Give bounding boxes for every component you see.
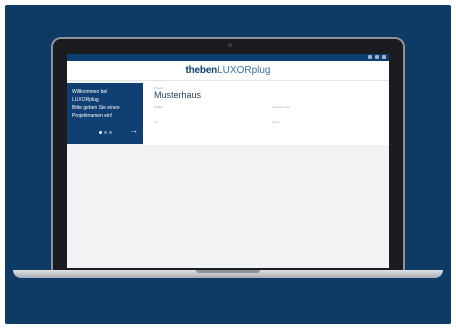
close-icon[interactable] xyxy=(382,55,386,59)
product-name: LUXORplug xyxy=(217,65,271,76)
app-header: thebenLUXORplug xyxy=(67,61,389,81)
laptop-base xyxy=(13,270,443,278)
arrow-right-icon[interactable]: → xyxy=(130,127,138,135)
maximize-icon[interactable] xyxy=(375,55,379,59)
laptop-lid: thebenLUXORplug Willkommen bei LUXORplug… xyxy=(51,37,405,270)
field-label: Ort xyxy=(154,120,159,124)
welcome-text: Willkommen bei LUXORplug Bitte geben Sie… xyxy=(72,89,120,119)
pager-dot[interactable] xyxy=(99,131,102,134)
pager-dot[interactable] xyxy=(104,131,107,134)
field-label: Land xyxy=(272,120,279,124)
brand-logo: thebenLUXORplug xyxy=(67,65,389,76)
field-label: Hausnummer xyxy=(272,105,291,109)
laptop-notch xyxy=(196,270,260,273)
brand-name: theben xyxy=(185,65,218,76)
minimize-icon[interactable] xyxy=(368,55,372,59)
project-form: Projekt Musterhaus Straße Hausnummer Ort… xyxy=(143,81,389,145)
camera-icon xyxy=(228,43,232,47)
app-window: thebenLUXORplug Willkommen bei LUXORplug… xyxy=(67,54,389,268)
pager-dots xyxy=(99,131,112,134)
pager-dot[interactable] xyxy=(109,131,112,134)
welcome-card: Willkommen bei LUXORplug Bitte geben Sie… xyxy=(67,83,143,144)
field-label: Straße xyxy=(154,105,164,109)
content-area xyxy=(67,145,389,268)
window-titlebar xyxy=(67,54,389,61)
project-name-field[interactable]: Musterhaus xyxy=(154,90,201,100)
